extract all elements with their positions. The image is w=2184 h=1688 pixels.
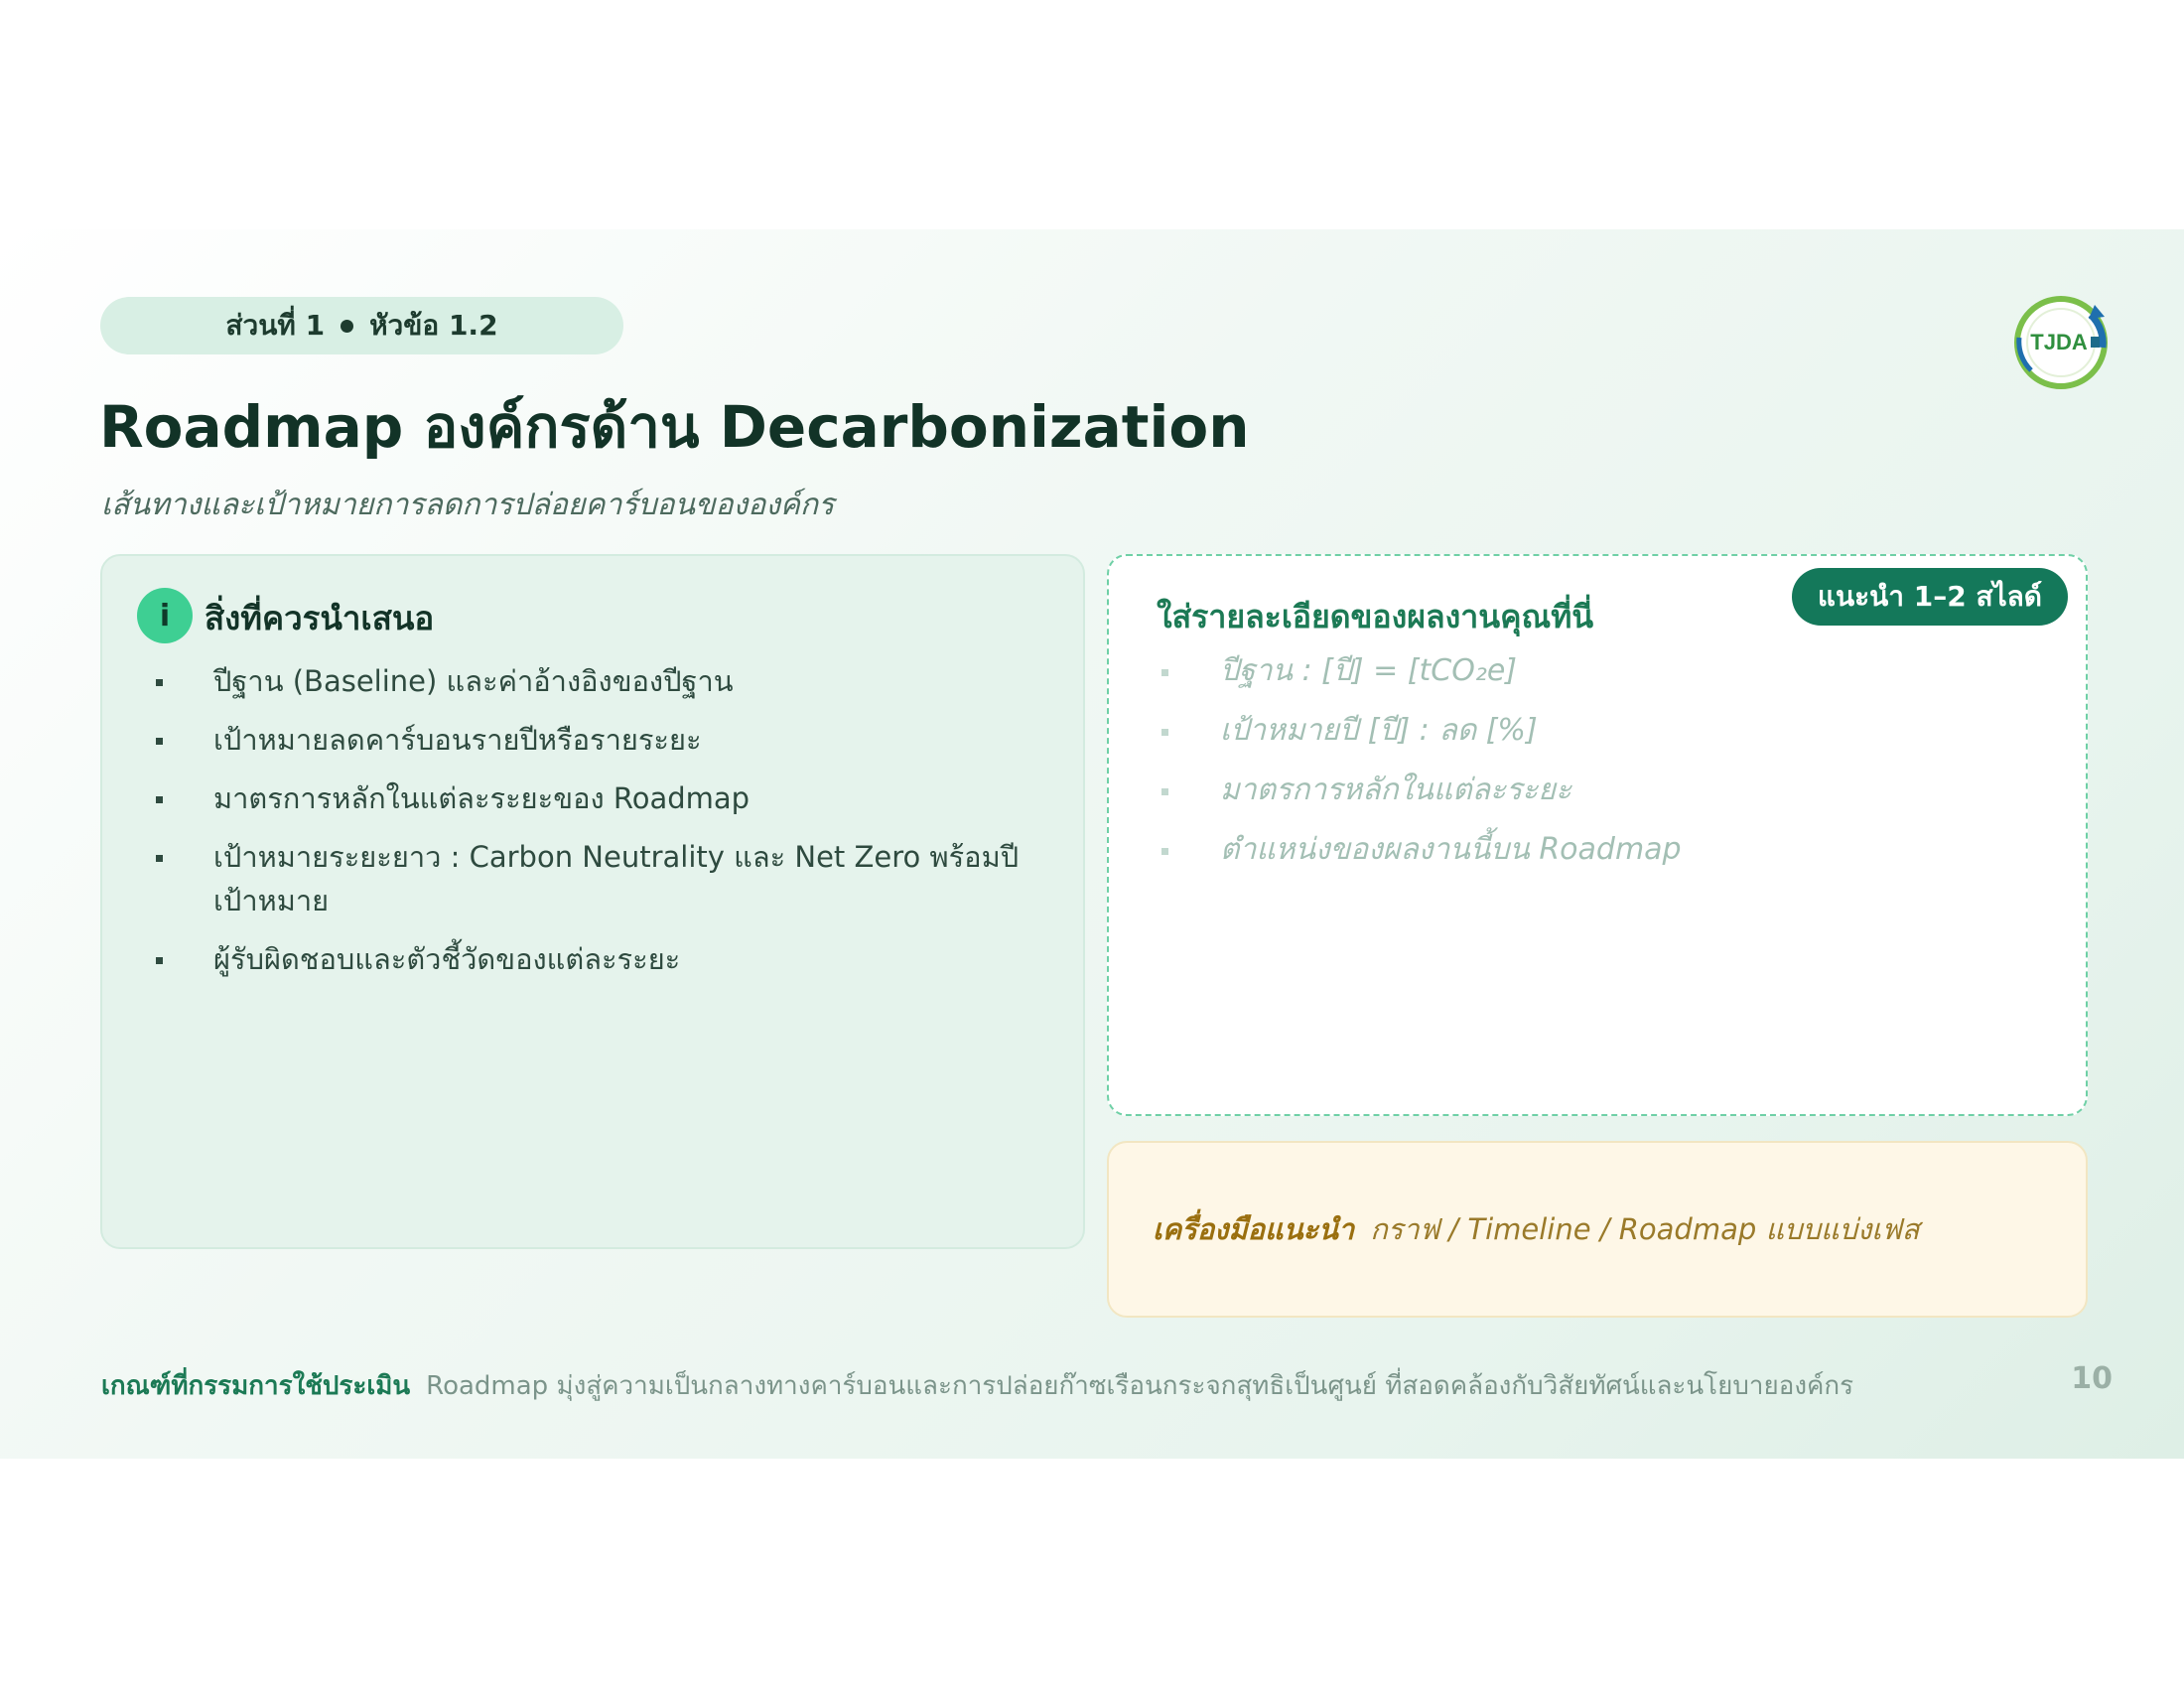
presentation-guide-card: i สิ่งที่ควรนำเสนอ ปีฐาน (Baseline) และค… <box>100 554 1085 1249</box>
details-placeholder-card[interactable]: ใส่รายละเอียดของผลงานคุณที่นี่ แนะนำ 1–2… <box>1107 554 2088 1116</box>
page-number: 10 <box>2071 1361 2113 1396</box>
recommended-tools-card: เครื่องมือแนะนำ กราฟ / Timeline / Roadma… <box>1107 1141 2088 1318</box>
recommend-badge: แนะนำ 1–2 สไลด์ <box>1791 568 2068 626</box>
guide-list: ปีฐาน (Baseline) และค่าอ้างอิงของปีฐาน เ… <box>146 659 1059 996</box>
list-item: ผู้รับผิดชอบและตัวชี้วัดของแต่ละระยะ <box>146 937 1059 981</box>
placeholder-item: ตำแหน่งของผลงานนี้บน Roadmap <box>1157 828 1682 888</box>
list-item: มาตรการหลักในแต่ละระยะของ Roadmap <box>146 776 1059 820</box>
separator-dot-icon <box>341 319 354 333</box>
criteria-label: เกณฑ์ที่กรรมการใช้ประเมิน <box>101 1371 411 1401</box>
placeholder-item: ปีฐาน : [ปี] = [tCO₂e] <box>1157 649 1682 709</box>
tools-label: เครื่องมือแนะนำ <box>1153 1212 1355 1246</box>
page-title: Roadmap องค์กรด้าน Decarbonization <box>99 393 1250 461</box>
section-label: ส่วนที่ 1 <box>225 309 326 342</box>
placeholder-item: เป้าหมายปี [ปี] : ลด [%] <box>1157 709 1682 769</box>
placeholder-list: ปีฐาน : [ปี] = [tCO₂e] เป้าหมายปี [ปี] :… <box>1157 649 1682 888</box>
footer: เกณฑ์ที่กรรมการใช้ประเมิน Roadmap มุ่งสู… <box>101 1365 1888 1406</box>
info-icon: i <box>137 588 193 643</box>
section-pill: ส่วนที่ 1 หัวข้อ 1.2 <box>100 297 623 354</box>
page-subtitle: เส้นทางและเป้าหมายการลดการปล่อยคาร์บอนขอ… <box>101 488 835 522</box>
list-item: เป้าหมายลดคาร์บอนรายปีหรือรายระยะ <box>146 718 1059 762</box>
placeholder-item: มาตรการหลักในแต่ละระยะ <box>1157 769 1682 828</box>
guide-heading: สิ่งที่ควรนำเสนอ <box>205 599 435 637</box>
tools-text: กราฟ / Timeline / Roadmap แบบแบ่งเฟส <box>1370 1212 1920 1246</box>
list-item: ปีฐาน (Baseline) และค่าอ้างอิงของปีฐาน <box>146 659 1059 703</box>
tjda-logo: TJDA <box>2014 296 2108 389</box>
details-heading: ใส่รายละเอียดของผลงานคุณที่นี่ <box>1157 598 1594 635</box>
logo-text: TJDA <box>2030 330 2088 354</box>
slide: ส่วนที่ 1 หัวข้อ 1.2 TJDA Roadmap องค์กร… <box>0 229 2184 1459</box>
topic-label: หัวข้อ 1.2 <box>369 309 498 342</box>
list-item: เป้าหมายระยะยาว : Carbon Neutrality และ … <box>146 835 1059 922</box>
criteria-text: Roadmap มุ่งสู่ความเป็นกลางทางคาร์บอนและ… <box>426 1371 1854 1401</box>
